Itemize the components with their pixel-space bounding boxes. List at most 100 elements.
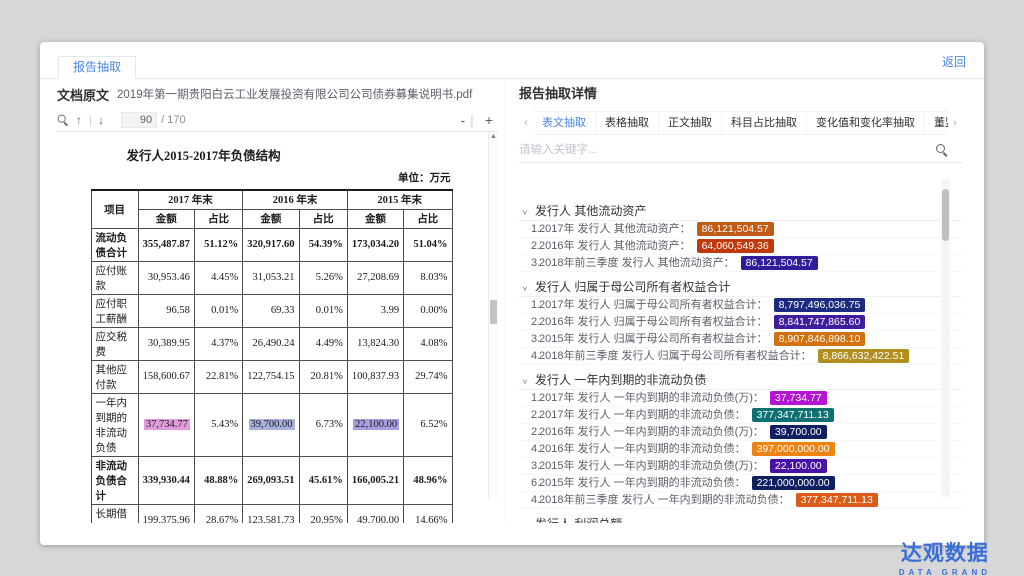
highlighted-value: 37,734.77	[144, 419, 190, 430]
cell-value: 4.37%	[194, 327, 242, 360]
section-header[interactable]: >发行人 利润总额	[519, 514, 962, 523]
cell-value: 96.58	[138, 294, 194, 327]
extraction-item: 3.2018年前三季度 发行人 其他流动资产：86,121,504.57	[519, 255, 962, 272]
cell-value: 20.81%	[299, 360, 347, 393]
detail-panel: 报告抽取详情 ‹ 表文抽取表格抽取正文抽取科目占比抽取变化值和变化率抽取董监高年…	[505, 79, 962, 523]
cell-value: 269,093.51	[243, 456, 299, 504]
back-button[interactable]: 返回	[942, 53, 966, 70]
page-number-input[interactable]	[121, 112, 157, 128]
cell-value: 29.74%	[404, 360, 452, 393]
pdf-page: 发行人2015-2017年负债结构 单位：万元 项目2017 年末2016 年末…	[57, 132, 486, 523]
table-row: 应付账款30,953.464.45%31,053.215.26%27,208.6…	[91, 261, 452, 294]
keyword-search-input[interactable]	[519, 140, 936, 160]
value-badge[interactable]: 22,100.00	[770, 459, 827, 473]
cell-value: 5.43%	[194, 393, 242, 456]
item-number: 1.	[519, 390, 539, 407]
item-number: 3.	[519, 458, 539, 475]
value-badge[interactable]: 377,347,711.13	[796, 493, 878, 507]
cell-value: 0.01%	[194, 294, 242, 327]
logo-chinese: 达观数据	[899, 537, 991, 567]
page-down-button[interactable]: ↓	[98, 113, 104, 127]
cell-value: 0.01%	[299, 294, 347, 327]
main-card: 报告抽取 返回 文档原文 2019年第一期贵阳白云工业发展投资有限公司公司债券募…	[40, 42, 984, 545]
detail-tab[interactable]: 变化值和变化率抽取	[806, 111, 925, 135]
cell-value: 22.81%	[194, 360, 242, 393]
item-number: 2.	[519, 407, 539, 424]
col-item: 项目	[91, 190, 138, 228]
row-name: 应交税费	[91, 327, 138, 360]
item-number: 4.	[519, 492, 539, 509]
cell-value: 22,100.00	[347, 393, 403, 456]
zoom-divider: |	[470, 112, 474, 128]
cell-value: 166,005.21	[347, 456, 403, 504]
zoom-in-button[interactable]: +	[485, 112, 493, 128]
liability-table: 项目2017 年末2016 年末2015 年末金额占比金额占比金额占比 流动负债…	[91, 189, 453, 523]
detail-tab[interactable]: 正文抽取	[658, 111, 722, 135]
table-row: 其他应付款158,600.6722.81%122,754.1520.81%100…	[91, 360, 452, 393]
magnifier-icon	[58, 115, 69, 126]
item-label: 2017年 发行人 其他流动资产：	[539, 221, 691, 238]
table-row: 应交税费30,389.954.37%26,490.244.49%13,824.3…	[91, 327, 452, 360]
cell-value: 355,487.87	[138, 228, 194, 261]
item-label: 2016年 发行人 其他流动资产：	[539, 238, 691, 255]
detail-scrollbar-thumb[interactable]	[942, 189, 949, 241]
zoom-out-button[interactable]: -	[461, 112, 466, 128]
value-badge[interactable]: 377,347,711.13	[752, 408, 834, 422]
highlighted-value: 39,700.00	[249, 419, 295, 430]
item-label: 2015年 发行人 一年内到期的非流动负债(万)：	[539, 458, 764, 475]
cell-value: 199,375.96	[138, 504, 194, 523]
pdf-scrollbar[interactable]: ▲	[488, 132, 498, 499]
cell-value: 4.08%	[404, 327, 452, 360]
cell-value: 0.00%	[404, 294, 452, 327]
value-badge[interactable]: 397,000,000.00	[752, 442, 835, 456]
row-name: 非流动负债合计	[91, 456, 138, 504]
pdf-scrollbar-thumb[interactable]	[490, 300, 497, 324]
tab-report-extraction[interactable]: 报告抽取	[58, 56, 136, 79]
value-badge[interactable]: 37,734.77	[770, 391, 827, 405]
chevron-down-icon: ∨	[520, 206, 534, 220]
section-title: 发行人 其他流动资产	[535, 204, 646, 218]
value-badge[interactable]: 8,866,632,422.51	[818, 349, 910, 363]
detail-tab[interactable]: 表文抽取	[533, 111, 596, 135]
cell-value: 69.33	[243, 294, 299, 327]
doc-source-label: 文档原文	[57, 85, 109, 104]
pdf-panel: 文档原文 2019年第一期贵阳白云工业发展投资有限公司公司债券募集说明书.pdf…	[57, 79, 498, 523]
cell-value: 51.12%	[194, 228, 242, 261]
cell-value: 14.66%	[404, 504, 452, 523]
detail-tab[interactable]: 表格抽取	[595, 111, 659, 135]
value-badge[interactable]: 86,121,504.57	[697, 222, 774, 236]
detail-scrollbar[interactable]	[941, 179, 950, 497]
pdf-search-icon[interactable]	[57, 114, 69, 126]
detail-title: 报告抽取详情	[519, 79, 962, 109]
section-header[interactable]: ∨发行人 归属于母公司所有者权益合计	[519, 277, 962, 297]
tabs-next-icon[interactable]: ›	[948, 117, 962, 129]
cell-value: 123,581.73	[243, 504, 299, 523]
value-badge[interactable]: 8,841,747,865.60	[774, 315, 866, 329]
col-year: 2015 年末	[347, 190, 452, 209]
value-badge[interactable]: 39,700.00	[770, 425, 827, 439]
value-badge[interactable]: 221,000,000.00	[752, 476, 835, 490]
value-badge[interactable]: 8,797,496,036.75	[774, 298, 866, 312]
item-number: 6.	[519, 475, 539, 492]
cell-value: 49,700.00	[347, 504, 403, 523]
page-up-button[interactable]: ↑	[76, 113, 82, 127]
tabs-prev-icon[interactable]: ‹	[519, 117, 533, 129]
detail-tab[interactable]: 董监高年龄抽取	[924, 111, 948, 135]
section-header[interactable]: ∨发行人 其他流动资产	[519, 201, 962, 221]
value-badge[interactable]: 8,907,846,898.10	[774, 332, 866, 346]
liability-table-head: 项目2017 年末2016 年末2015 年末金额占比金额占比金额占比	[91, 190, 452, 228]
item-number: 4.	[519, 441, 539, 458]
value-badge[interactable]: 64,060,549.36	[697, 239, 774, 253]
extraction-section: ∨发行人 归属于母公司所有者权益合计1.2017年 发行人 归属于母公司所有者权…	[519, 277, 962, 365]
detail-tab[interactable]: 科目占比抽取	[721, 111, 807, 135]
chevron-down-icon: ∨	[520, 282, 534, 296]
cell-value: 20.95%	[299, 504, 347, 523]
search-icon[interactable]	[936, 144, 948, 156]
section-header[interactable]: ∨发行人 一年内到期的非流动负债	[519, 370, 962, 390]
cell-value: 6.52%	[404, 393, 452, 456]
col-sub: 占比	[299, 209, 347, 228]
detail-tabs-row: ‹ 表文抽取表格抽取正文抽取科目占比抽取变化值和变化率抽取董监高年龄抽取变动趋势…	[519, 109, 962, 137]
scroll-up-icon[interactable]: ▲	[489, 132, 498, 142]
item-number: 1.	[519, 297, 539, 314]
value-badge[interactable]: 86,121,504.57	[741, 256, 818, 270]
